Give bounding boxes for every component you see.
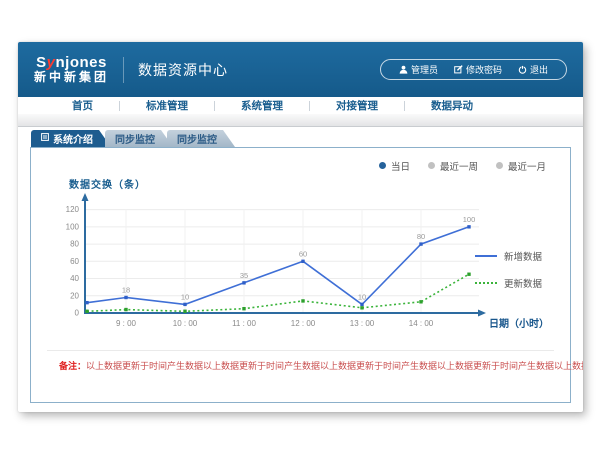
logout-button[interactable]: 退出 <box>510 63 556 76</box>
logo-accent: y <box>47 54 56 71</box>
page-title: 数据资源中心 <box>138 60 228 80</box>
svg-text:10: 10 <box>358 292 366 301</box>
brand-logo-text: Synjones <box>34 54 109 71</box>
logo-part: njones <box>56 54 107 71</box>
radio-last-month[interactable]: 最近一月 <box>496 159 546 173</box>
nav-shadow-strip <box>18 114 583 127</box>
legend-item-new-data[interactable]: 新增数据 <box>475 249 542 263</box>
svg-text:9 : 00: 9 : 00 <box>116 319 137 328</box>
svg-text:20: 20 <box>70 291 79 300</box>
change-password-label: 修改密码 <box>466 63 502 76</box>
change-password-button[interactable]: 修改密码 <box>446 63 510 76</box>
logo-part: S <box>36 54 47 71</box>
nav-item-data-changes[interactable]: 数据异动 <box>405 98 499 113</box>
svg-text:11 : 00: 11 : 00 <box>232 319 256 328</box>
tab-sync-monitor-1[interactable]: 同步监控 <box>105 130 173 147</box>
dotted-line-swatch <box>475 282 497 284</box>
content-panel: 当日 最近一周 最近一月 数据交换（条） 0 20 40 60 80 100 120 9 : … <box>30 147 571 403</box>
svg-text:14 : 00: 14 : 00 <box>409 319 434 328</box>
radio-last-week[interactable]: 最近一周 <box>428 159 478 173</box>
power-icon <box>518 65 527 74</box>
footnote: 备注：以上数据更新于时间产生数据以上数据更新于时间产生数据以上数据更新于时间产生… <box>59 359 556 372</box>
svg-text:13 : 00: 13 : 00 <box>350 319 375 328</box>
svg-text:60: 60 <box>70 257 79 266</box>
app-window: Synjones 新中新集团 数据资源中心 管理员 修改密码 退出 首页 标准管… <box>18 42 583 412</box>
edit-icon <box>454 65 463 74</box>
radio-dot <box>496 162 503 169</box>
tab-bar: 系统介绍 同步监控 同步监控 <box>18 130 583 147</box>
user-toolbar: 管理员 修改密码 退出 <box>380 59 567 80</box>
nav-item-home[interactable]: 首页 <box>46 98 119 113</box>
footnote-text: 以上数据更新于时间产生数据以上数据更新于时间产生数据以上数据更新于时间产生数据以… <box>86 361 583 371</box>
svg-text:80: 80 <box>417 232 425 241</box>
svg-text:12 : 00: 12 : 00 <box>291 319 316 328</box>
brand-logo-subtitle: 新中新集团 <box>34 71 109 85</box>
panel-divider <box>47 350 554 351</box>
time-range-filters: 当日 最近一周 最近一月 <box>45 158 556 173</box>
svg-text:100: 100 <box>66 222 80 231</box>
nav-item-standards[interactable]: 标准管理 <box>120 98 214 113</box>
radio-dot <box>428 162 435 169</box>
chart-y-axis-title: 数据交换（条） <box>69 176 556 191</box>
svg-text:100: 100 <box>463 215 476 224</box>
svg-text:18: 18 <box>122 285 130 294</box>
svg-text:10: 10 <box>181 292 189 301</box>
svg-text:120: 120 <box>66 205 80 214</box>
tab-label: 同步监控 <box>177 131 217 146</box>
svg-text:35: 35 <box>240 271 248 280</box>
tab-label: 同步监控 <box>115 131 155 146</box>
svg-text:60: 60 <box>299 249 307 258</box>
user-icon <box>399 65 408 74</box>
svg-text:10 : 00: 10 : 00 <box>173 319 198 328</box>
legend-item-updated-data[interactable]: 更新数据 <box>475 276 542 290</box>
footnote-prefix: 备注： <box>59 361 86 371</box>
brand-logo: Synjones 新中新集团 <box>34 54 109 85</box>
tab-label: 系统介绍 <box>53 131 93 146</box>
tab-sync-monitor-2[interactable]: 同步监控 <box>167 130 235 147</box>
main-nav: 首页 标准管理 系统管理 对接管理 数据异动 <box>18 97 583 114</box>
app-header: Synjones 新中新集团 数据资源中心 管理员 修改密码 退出 <box>18 42 583 97</box>
radio-today[interactable]: 当日 <box>379 159 410 173</box>
logout-label: 退出 <box>530 63 548 76</box>
tab-system-intro[interactable]: 系统介绍 <box>31 130 111 147</box>
radio-label: 最近一月 <box>508 159 546 173</box>
radio-label: 当日 <box>391 159 410 173</box>
chart-legend: 新增数据 更新数据 <box>475 249 542 290</box>
solid-line-swatch <box>475 255 497 257</box>
radio-label: 最近一周 <box>440 159 478 173</box>
svg-text:0: 0 <box>75 309 80 318</box>
user-label: 管理员 <box>411 63 438 76</box>
legend-label: 新增数据 <box>504 249 542 263</box>
svg-text:日期（小时）: 日期（小时） <box>489 317 549 330</box>
radio-dot-selected <box>379 162 386 169</box>
svg-text:40: 40 <box>70 274 79 283</box>
legend-label: 更新数据 <box>504 276 542 290</box>
header-divider <box>123 57 124 83</box>
nav-item-interface[interactable]: 对接管理 <box>310 98 404 113</box>
current-user-button[interactable]: 管理员 <box>391 63 446 76</box>
document-icon <box>41 133 49 144</box>
chart-area: 0 20 40 60 80 100 120 9 : 00 10 : 00 11 : 00 12 : … <box>45 191 556 346</box>
nav-item-system[interactable]: 系统管理 <box>215 98 309 113</box>
svg-text:80: 80 <box>70 240 79 249</box>
